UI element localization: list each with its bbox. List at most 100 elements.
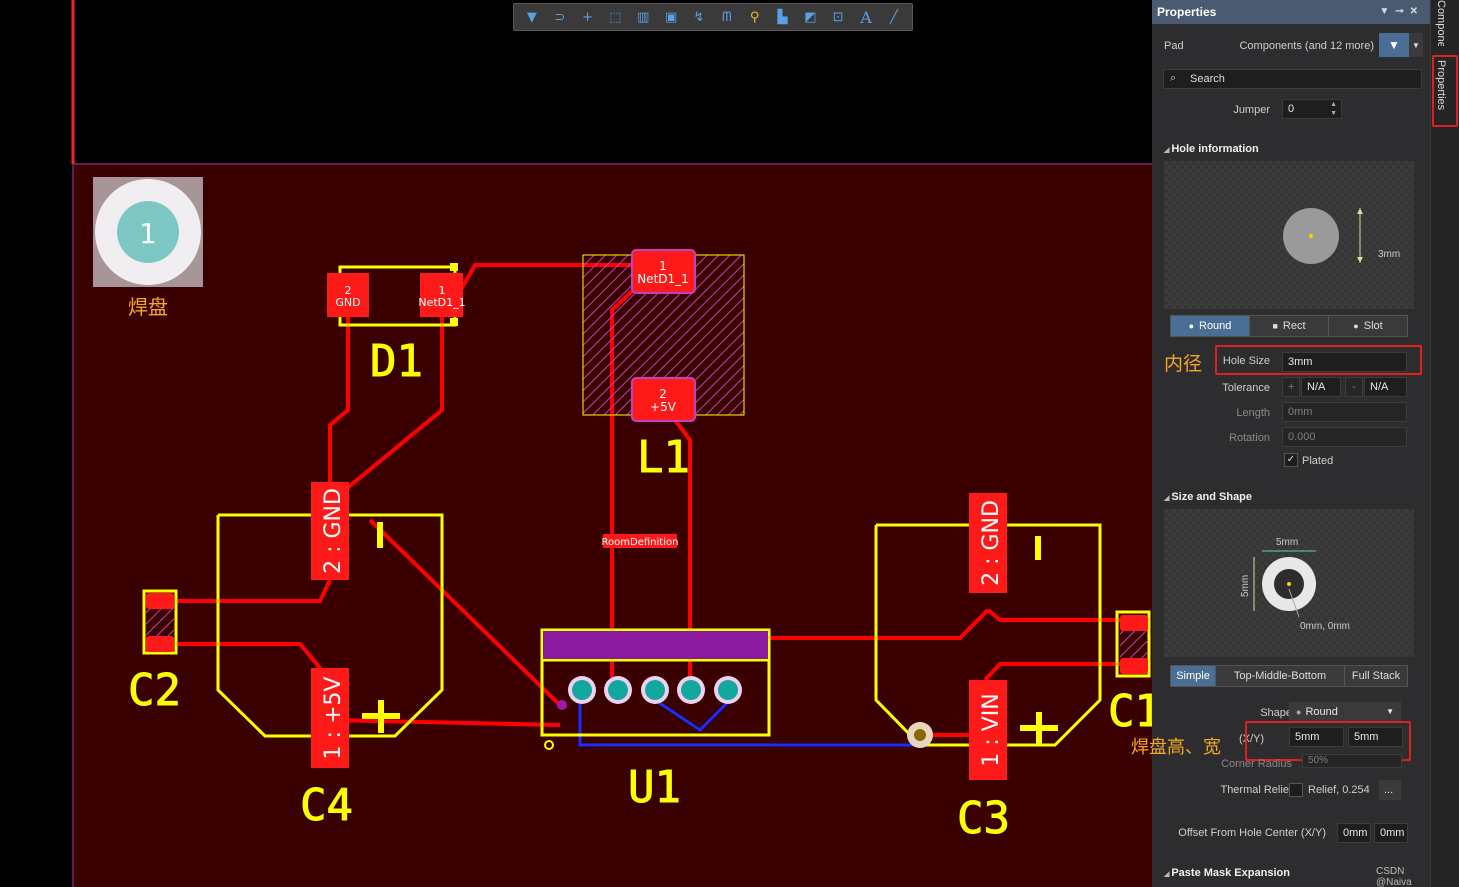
paste-mask-header[interactable]: Paste Mask Expansion [1164, 867, 1290, 879]
designator-c2: C2 [128, 665, 181, 716]
pad-annotation-label: 焊盘 [128, 295, 168, 319]
rotation-input[interactable]: 0.000 [1282, 427, 1407, 447]
stack-mode-top-middle-bottom[interactable]: Top-Middle-Bottom [1216, 666, 1345, 686]
tab-components[interactable]: Components [1435, 0, 1447, 46]
select-rect-icon[interactable]: ⬚ [605, 7, 625, 27]
tolerance-minus-sign: - [1345, 377, 1363, 397]
pad-c1-2[interactable] [1120, 658, 1148, 674]
object-type: Pad [1164, 40, 1184, 52]
annotation-pad-size: 焊盘高、宽 [1131, 737, 1221, 758]
layer-icon[interactable]: ▙ [773, 7, 793, 27]
filter-button[interactable]: ▼ [1379, 33, 1409, 57]
panel-title-bar: Properties ▼⊸✕ [1152, 0, 1430, 24]
pad-c2-1[interactable] [146, 593, 174, 609]
properties-tab-highlight [1432, 55, 1458, 127]
hole-preview: 3mm [1164, 161, 1414, 309]
chevron-down-icon: ▼ [1412, 40, 1420, 50]
pcb-canvas[interactable]: 1 焊盘 2 GND 1 NetD1_1 1 NetD1_1 2 +5V 2:… [0, 0, 1152, 887]
search-input[interactable]: ⌕ Search [1163, 69, 1422, 89]
corner-radius-label: Corner Radius [1221, 758, 1292, 770]
pad-d1-2-net: GND [335, 296, 360, 309]
jumper-value: 0 [1288, 103, 1295, 115]
pad-c2-2[interactable] [146, 636, 174, 652]
pad-c3-1-label: 1 : VIN [979, 693, 1004, 766]
tolerance-minus-input[interactable]: N/A [1364, 377, 1407, 397]
plus-icon[interactable]: + [578, 7, 598, 27]
thermal-relief-checkbox[interactable] [1289, 783, 1303, 797]
size-offset-label: 0mm, 0mm [1300, 621, 1350, 632]
room-definition-label: RoomDefinition [602, 537, 679, 548]
rect-route-icon[interactable]: ◩ [800, 7, 820, 27]
stack-mode-selector: Simple Top-Middle-Bottom Full Stack [1170, 665, 1408, 687]
panel-title: Properties [1157, 5, 1217, 19]
panel-menu-icon[interactable]: ▼ [1379, 6, 1395, 17]
d1-corner-mark-2 [450, 318, 458, 326]
designator-c3: C3 [957, 793, 1010, 844]
hole-information-header[interactable]: Hole information [1164, 143, 1258, 155]
spinner-icon[interactable]: ▲ ▼ [1330, 100, 1337, 118]
pad-sample-number: 1 [139, 217, 157, 250]
hole-shape-selector: ● Round ■ Rect ● Slot [1170, 315, 1408, 337]
search-icon: ⌕ [1170, 72, 1177, 84]
text-button[interactable]: A [856, 7, 876, 27]
corner-radius-input[interactable]: 50% [1302, 754, 1402, 768]
hole-dimension-label: 3mm [1378, 249, 1400, 260]
line-icon[interactable]: ╱ [884, 7, 904, 27]
pad-c1-1[interactable] [1120, 615, 1148, 631]
measure-icon[interactable]: ⊡ [828, 7, 848, 27]
pin-icon[interactable]: ⚲ [745, 7, 765, 27]
hole-size-highlight [1215, 345, 1422, 375]
d1-corner-mark [450, 263, 458, 271]
panel-pin-icon[interactable]: ⊸ [1395, 6, 1409, 17]
watermark: CSDN @Naiva [1376, 866, 1412, 887]
filter-icon[interactable]: ▼ [522, 7, 542, 27]
pad-l1-2-num: 2 [659, 387, 667, 401]
stack-mode-simple[interactable]: Simple [1171, 666, 1216, 686]
thermal-relief-edit-button[interactable]: ... [1379, 780, 1401, 800]
length-input[interactable]: 0mm [1282, 402, 1407, 422]
filter-summary: Components (and 12 more) [1239, 40, 1374, 52]
offset-y-input[interactable]: 0mm [1374, 823, 1408, 843]
offset-x-input[interactable]: 0mm [1337, 823, 1371, 843]
stack-mode-full-stack[interactable]: Full Stack [1345, 666, 1407, 686]
hole-preview-graphic: 3mm [1283, 208, 1400, 264]
size-dim-y-label: 5mm [1240, 575, 1251, 597]
pad-d1-1-net: NetD1_1 [418, 296, 465, 309]
panel-close-icon[interactable]: ✕ [1410, 6, 1424, 17]
pad-l1-1-num: 1 [659, 259, 667, 273]
shape-select[interactable]: ● Round ▼ [1289, 702, 1401, 722]
active-bar-toolbar: ▼ ⊃ + ⬚ ▥ ▣ ↯ ᗰ ⚲ ▙ ◩ ⊡ A ╱ [513, 3, 913, 31]
wire-icon[interactable]: ↯ [689, 7, 709, 27]
plated-checkbox[interactable]: ✓ [1284, 453, 1298, 467]
thermal-relief-value: Relief, 0.254 [1308, 784, 1370, 796]
arc-icon[interactable]: ᗰ [717, 7, 737, 27]
route-icon[interactable]: ⊃ [550, 7, 570, 27]
rotation-label: Rotation [1229, 432, 1270, 444]
shape-value: Round [1305, 706, 1338, 718]
side-tab-bar: Components Properties [1430, 0, 1459, 887]
hole-shape-slot[interactable]: ● Slot [1329, 316, 1407, 336]
size-preview: 5mm 5mm 0mm, 0mm [1164, 509, 1414, 657]
shape-label: Shape [1260, 707, 1292, 719]
tolerance-plus-sign: + [1282, 377, 1300, 397]
hole-shape-rect[interactable]: ■ Rect [1250, 316, 1329, 336]
size-dim-x-label: 5mm [1276, 537, 1298, 548]
designator-d1: D1 [370, 336, 423, 387]
chart-icon[interactable]: ▥ [633, 7, 653, 27]
via-hole [914, 729, 926, 741]
pcb-board[interactable]: 1 焊盘 2 GND 1 NetD1_1 1 NetD1_1 2 +5V 2:… [0, 0, 1152, 887]
component-icon[interactable]: ▣ [661, 7, 681, 27]
hole-shape-round[interactable]: ● Round [1171, 316, 1250, 336]
size-and-shape-header[interactable]: Size and Shape [1164, 491, 1252, 503]
designator-l1: L1 [637, 432, 690, 483]
designator-c4: C4 [300, 780, 353, 831]
pad-c4-2-label: 2 : GND [321, 488, 346, 574]
designator-u1: U1 [628, 762, 681, 813]
chevron-down-icon: ▼ [1386, 707, 1394, 716]
filter-dropdown[interactable]: ▼ [1409, 33, 1423, 57]
jumper-input[interactable]: 0 ▲ ▼ [1282, 99, 1342, 119]
pad-l1-2-net: +5V [650, 400, 677, 414]
tolerance-plus-input[interactable]: N/A [1301, 377, 1341, 397]
filter-icon: ▼ [1388, 38, 1400, 52]
pad-l1-1-net: NetD1_1 [637, 272, 689, 286]
